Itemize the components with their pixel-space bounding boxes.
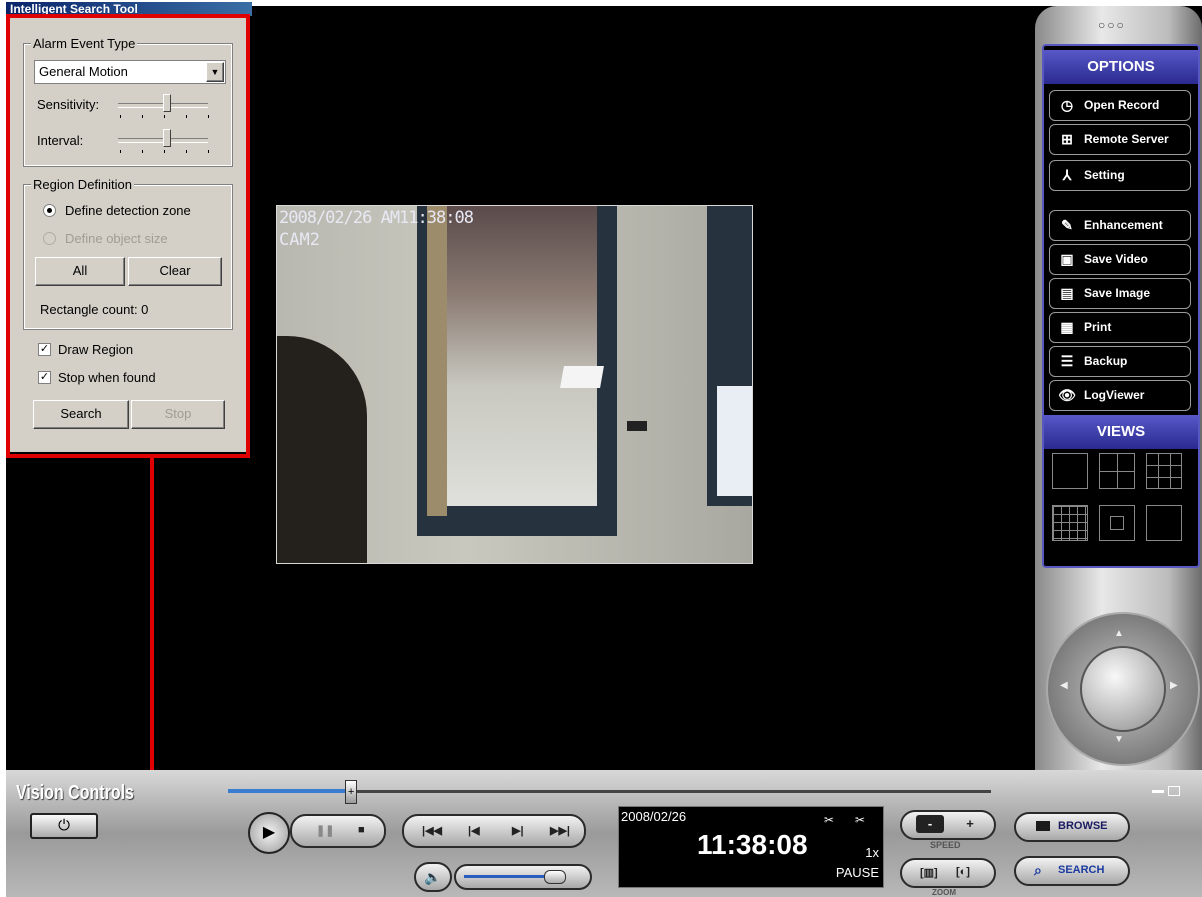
status-display: 2008/02/26 ✂ ✂ 11:38:08 1x PAUSE xyxy=(618,806,884,888)
display-status: PAUSE xyxy=(835,865,879,880)
step-forward-icon[interactable]: ▶| xyxy=(512,824,524,837)
setting-icon: ⅄ xyxy=(1062,167,1072,183)
ptz-up-icon[interactable]: ▲ xyxy=(1114,628,1124,639)
option-label: LogViewer xyxy=(1084,388,1145,402)
osd-camera: CAM2 xyxy=(279,230,320,250)
zoom-label: ZOOM xyxy=(932,888,956,897)
option-backup-button[interactable]: ☰ Backup xyxy=(1049,346,1191,377)
display-time: 11:38:08 xyxy=(697,829,808,860)
vision-controls-title: Vision Controls xyxy=(16,782,134,804)
pencil-icon: ✎ xyxy=(1061,217,1073,233)
minimize-icon[interactable] xyxy=(1152,790,1164,793)
option-logviewer-button[interactable]: 👁 LogViewer xyxy=(1049,380,1191,411)
option-label: Print xyxy=(1084,320,1112,334)
view-sixteen-button[interactable] xyxy=(1052,505,1088,541)
window-dots-icon[interactable]: ○○○ xyxy=(1098,18,1134,32)
zoom-out-icon[interactable]: [▥] xyxy=(920,866,938,879)
option-save-image-button[interactable]: ▤ Save Image xyxy=(1049,278,1191,309)
power-icon[interactable]: ⏻ xyxy=(30,813,98,839)
ptz-down-icon[interactable]: ▼ xyxy=(1114,734,1124,745)
option-label: Save Video xyxy=(1084,252,1148,266)
search-icon: ⌕ xyxy=(1034,862,1042,878)
pause-icon[interactable]: ❚❚ xyxy=(316,824,334,837)
printer-icon: ▦ xyxy=(1060,319,1074,335)
zoom-in-icon[interactable]: [◐] xyxy=(956,866,970,878)
view-single-button[interactable] xyxy=(1052,453,1088,489)
volume-thumb[interactable] xyxy=(543,870,566,884)
option-enhancement-button[interactable]: ✎ Enhancement xyxy=(1049,210,1191,241)
volume-slider[interactable] xyxy=(454,864,592,890)
seek-group: |◀◀ |◀ ▶| ▶▶| xyxy=(402,814,586,848)
timeline-progress xyxy=(228,789,351,793)
view-nine-button[interactable] xyxy=(1146,453,1182,489)
display-date: 2008/02/26 xyxy=(621,809,687,824)
views-header: VIEWS xyxy=(1044,415,1198,449)
search-bottom-button[interactable]: ⌕ SEARCH xyxy=(1014,856,1130,886)
browse-label: BROWSE xyxy=(1058,820,1108,832)
ptz-right-icon[interactable]: ▶ xyxy=(1170,680,1178,691)
zoom-control: [▥] [◐] xyxy=(900,858,996,888)
door-edge xyxy=(427,206,447,516)
speed-down-button[interactable]: - xyxy=(916,815,944,833)
speaker-icon[interactable]: 🔈 xyxy=(414,862,452,892)
view-quad-button[interactable] xyxy=(1099,453,1135,489)
option-label: Backup xyxy=(1084,354,1128,368)
doorway xyxy=(442,206,597,506)
remote-server-icon: ⊞ xyxy=(1061,131,1073,147)
option-save-video-button[interactable]: ▣ Save Video xyxy=(1049,244,1191,275)
step-back-icon[interactable]: |◀ xyxy=(468,824,480,837)
restore-icon[interactable] xyxy=(1168,786,1180,796)
timeline-thumb[interactable]: + xyxy=(345,780,358,804)
view-pip-button[interactable] xyxy=(1099,505,1135,541)
skip-back-icon[interactable]: |◀◀ xyxy=(422,824,442,837)
option-label: Save Image xyxy=(1084,286,1151,300)
option-label: Enhancement xyxy=(1084,218,1163,232)
wall-sign xyxy=(627,421,647,431)
speed-up-button[interactable]: + xyxy=(956,815,984,833)
view-full-button[interactable] xyxy=(1146,505,1182,541)
option-open-record-button[interactable]: ◷ Open Record xyxy=(1049,90,1191,121)
right-light xyxy=(717,386,752,496)
play-icon[interactable]: ▶ xyxy=(248,812,290,854)
option-setting-button[interactable]: ⅄ Setting xyxy=(1049,160,1191,191)
cut-end-icon[interactable]: ✂ xyxy=(855,813,865,827)
save-image-icon: ▤ xyxy=(1060,285,1074,301)
options-header: OPTIONS xyxy=(1044,50,1198,84)
option-remote-server-button[interactable]: ⊞ Remote Server xyxy=(1049,124,1191,155)
clock-icon: ◷ xyxy=(1060,97,1074,113)
option-label: Remote Server xyxy=(1084,132,1169,146)
pause-stop-group: ❚❚ ■ xyxy=(290,814,386,848)
save-video-icon: ▣ xyxy=(1060,251,1074,267)
option-label: Setting xyxy=(1084,168,1125,182)
folder-icon xyxy=(1036,821,1050,831)
ptz-center-button[interactable] xyxy=(1080,646,1166,732)
highlight-box xyxy=(6,14,250,458)
option-print-button[interactable]: ▦ Print xyxy=(1049,312,1191,343)
browse-button[interactable]: BROWSE xyxy=(1014,812,1130,842)
osd-datetime: 2008/02/26 AM11:38:08 xyxy=(279,208,474,228)
search-bottom-label: SEARCH xyxy=(1058,864,1105,876)
speed-control: - + xyxy=(900,810,996,840)
skip-forward-icon[interactable]: ▶▶| xyxy=(550,824,570,837)
backup-icon: ☰ xyxy=(1060,353,1074,369)
video-frame[interactable]: 2008/02/26 AM11:38:08 CAM2 xyxy=(276,205,753,564)
floor-light xyxy=(560,366,604,388)
option-label: Open Record xyxy=(1084,98,1160,112)
speed-label: SPEED xyxy=(930,840,961,850)
log-viewer-icon: 👁 xyxy=(1058,387,1076,403)
ptz-left-icon[interactable]: ◀ xyxy=(1060,680,1068,691)
display-speed: 1x xyxy=(865,845,879,860)
stop-icon[interactable]: ■ xyxy=(358,824,365,836)
cut-start-icon[interactable]: ✂ xyxy=(824,813,834,827)
